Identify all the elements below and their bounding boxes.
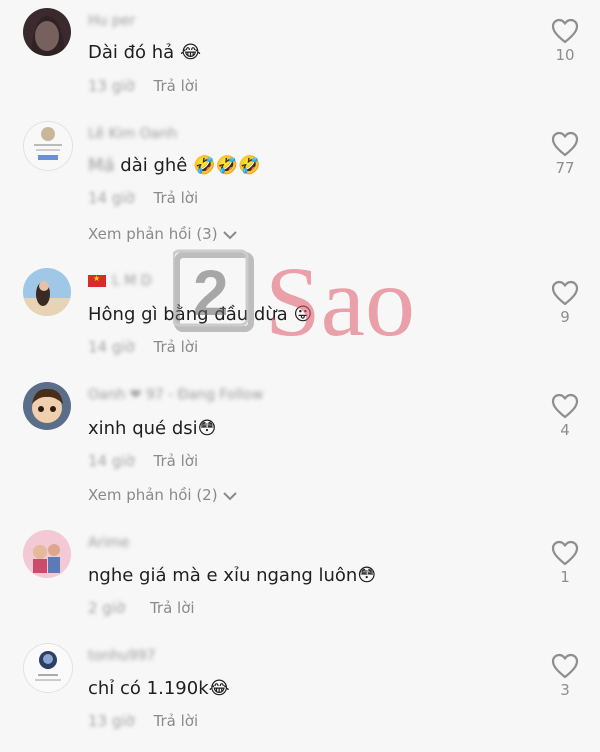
reply-button[interactable]: Trả lời	[154, 338, 199, 356]
tears-of-joy-emoji: 😂	[179, 42, 201, 63]
avatar[interactable]	[23, 530, 71, 578]
avatar[interactable]	[23, 268, 71, 316]
like-button[interactable]: 10	[548, 18, 582, 64]
reply-button[interactable]: Trả lời	[154, 77, 199, 95]
heart-icon	[551, 131, 579, 157]
flushed-emoji: 😳	[357, 565, 377, 586]
watermark-text: Sao	[265, 246, 415, 343]
like-count: 1	[560, 568, 570, 586]
comment-username[interactable]: Lê Kim Oanh	[88, 126, 177, 142]
like-button[interactable]: 3	[548, 653, 582, 699]
flushed-emoji: 😳	[197, 418, 217, 439]
watermark-2sao-logo: 2 Sao	[171, 233, 423, 357]
comment-text: chỉ có 1.190k😂	[88, 678, 230, 699]
comment-username[interactable]: L M D	[88, 273, 152, 289]
comment-time: 14 giờ	[88, 338, 135, 356]
comment-meta: 14 giờ Trả lời	[88, 452, 198, 470]
avatar[interactable]	[23, 121, 73, 171]
view-replies-button[interactable]: Xem phản hồi (3)	[88, 225, 238, 243]
comment-text: nghe giá mà e xỉu ngang luôn😳	[88, 565, 377, 586]
heart-icon	[551, 18, 579, 44]
comment-time: 13 giờ	[88, 712, 135, 730]
comment-username[interactable]: Oanh ❤ 97 - Đang Follow	[88, 387, 263, 403]
like-count: 9	[560, 308, 570, 326]
like-button[interactable]: 1	[548, 540, 582, 586]
comment-meta: 13 giờ Trả lời	[88, 712, 198, 730]
view-replies-button[interactable]: Xem phản hồi (2)	[88, 486, 238, 504]
comment-meta: 13 giờ Trả lời	[88, 77, 198, 95]
like-count: 77	[555, 159, 575, 177]
comment-meta: 2 giờ Trả lời	[88, 599, 195, 617]
like-count: 10	[555, 46, 575, 64]
like-button[interactable]: 77	[548, 131, 582, 177]
like-button[interactable]: 9	[548, 280, 582, 326]
comment-username[interactable]: Hu per	[88, 13, 135, 29]
heart-icon	[551, 653, 579, 679]
avatar[interactable]	[23, 382, 71, 430]
chevron-down-icon	[222, 491, 237, 500]
reply-button[interactable]: Trả lời	[150, 599, 195, 617]
comment-meta: 14 giờ Trả lời	[88, 189, 198, 207]
vietnam-flag-icon	[88, 274, 106, 287]
comment-text: Hông gì bằng đầu dừa 😛	[88, 304, 313, 325]
comment-text: Dài đó hả 😂	[88, 42, 201, 63]
comment-username[interactable]: tonhu997	[88, 648, 155, 664]
heart-icon	[551, 393, 579, 419]
like-count: 4	[560, 421, 570, 439]
comment-text: Má dài ghê 🤣🤣🤣	[88, 155, 261, 176]
reply-button[interactable]: Trả lời	[154, 452, 199, 470]
comment-text: xinh qué dsi😳	[88, 418, 217, 439]
reply-button[interactable]: Trả lời	[154, 189, 199, 207]
comment-time: 2 giờ	[88, 599, 126, 617]
comment-time: 14 giờ	[88, 452, 135, 470]
like-count: 3	[560, 681, 570, 699]
like-button[interactable]: 4	[548, 393, 582, 439]
avatar[interactable]	[23, 8, 71, 56]
comment-time: 14 giờ	[88, 189, 135, 207]
avatar[interactable]	[23, 643, 73, 693]
tears-of-joy-emoji: 😂	[208, 678, 230, 699]
tongue-emoji: 😛	[293, 304, 313, 325]
comment-meta: 14 giờ Trả lời	[88, 338, 198, 356]
chevron-down-icon	[222, 230, 237, 239]
reply-button[interactable]: Trả lời	[154, 712, 199, 730]
heart-icon	[551, 280, 579, 306]
heart-icon	[551, 540, 579, 566]
comment-username[interactable]: Arime	[88, 535, 129, 551]
rofl-emoji: 🤣🤣🤣	[193, 155, 261, 176]
comment-time: 13 giờ	[88, 77, 135, 95]
